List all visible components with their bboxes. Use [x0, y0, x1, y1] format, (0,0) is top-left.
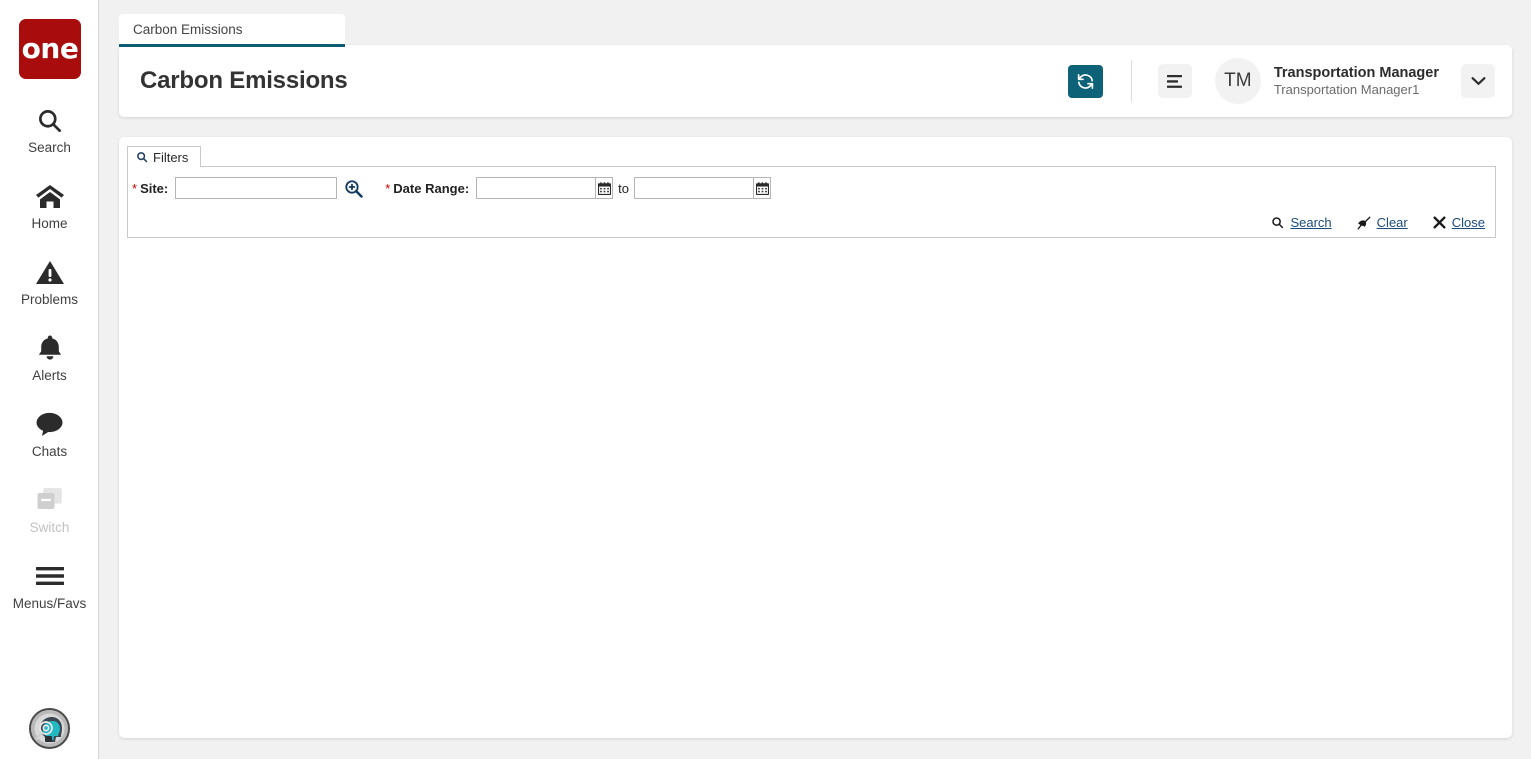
- sidebar-item-problems[interactable]: Problems: [0, 256, 99, 307]
- header-actions: TM Transportation Manager Transportation…: [1067, 45, 1512, 117]
- hamburger-icon: [35, 560, 65, 592]
- page-title: Carbon Emissions: [140, 67, 348, 94]
- filters-tab-label: Filters: [153, 149, 189, 165]
- date-range-from-input[interactable]: [476, 177, 597, 199]
- page-tab-label: Carbon Emissions: [133, 21, 243, 37]
- filters-clear-label: Clear: [1376, 215, 1408, 230]
- left-sidebar: one Search Home Problems Alerts Chats Sw…: [0, 0, 99, 759]
- filters-body: * Site: * Date Range: to Search Clear Cl…: [127, 166, 1496, 238]
- filters-tab[interactable]: Filters: [127, 146, 202, 167]
- magnifier-plus-icon: [344, 179, 363, 198]
- sidebar-item-alerts[interactable]: Alerts: [0, 332, 99, 383]
- page-header: Carbon Emissions TM Transportation Manag…: [119, 45, 1512, 117]
- sidebar-label-alerts: Alerts: [32, 368, 67, 383]
- main-content-panel: Filters * Site: * Date Range: to Search …: [119, 137, 1512, 738]
- app-logo[interactable]: one: [19, 19, 81, 79]
- date-range-to-group: [634, 177, 771, 199]
- filters-panel: Filters * Site: * Date Range: to Search …: [127, 146, 1496, 238]
- filters-tab-row: Filters: [127, 146, 1496, 167]
- avatar-initials: TM: [1224, 70, 1252, 91]
- broom-icon: [1357, 216, 1371, 230]
- warning-icon: [35, 256, 65, 288]
- site-label: Site:: [140, 180, 169, 196]
- filters-close-link[interactable]: Close: [1433, 215, 1485, 230]
- date-range-to-label: to: [618, 180, 629, 196]
- search-icon: [136, 151, 148, 163]
- sidebar-item-chats[interactable]: Chats: [0, 408, 99, 459]
- refresh-button[interactable]: [1067, 64, 1103, 98]
- date-range-to-calendar-button[interactable]: [754, 177, 771, 199]
- refresh-icon: [1076, 72, 1095, 91]
- date-range-from-calendar-button[interactable]: [596, 177, 614, 199]
- date-range-to-input[interactable]: [634, 177, 754, 199]
- search-icon: [1271, 216, 1284, 229]
- sidebar-label-chats: Chats: [31, 444, 68, 459]
- date-range-label: Date Range:: [393, 180, 470, 196]
- calendar-icon: [597, 181, 611, 195]
- avatar[interactable]: TM: [1214, 58, 1261, 104]
- app-logo-text: one: [21, 32, 79, 65]
- user-subtitle: Transportation Manager1: [1273, 81, 1420, 97]
- filters-search-label: Search: [1290, 215, 1332, 230]
- sidebar-label-menus-favs: Menus/Favs: [12, 596, 87, 611]
- hamburger-menu-icon: [1166, 74, 1183, 89]
- user-info[interactable]: Transportation Manager Transportation Ma…: [1274, 64, 1439, 98]
- calendar-icon: [755, 181, 769, 195]
- sidebar-item-switch[interactable]: Switch: [0, 484, 99, 535]
- page-tab-carbon-emissions[interactable]: Carbon Emissions: [119, 14, 345, 47]
- filters-search-link[interactable]: Search: [1271, 215, 1332, 230]
- filters-clear-link[interactable]: Clear: [1357, 215, 1408, 230]
- user-dropdown-button[interactable]: [1461, 64, 1495, 98]
- sidebar-label-switch: Switch: [29, 520, 70, 535]
- date-range-required-marker: *: [385, 180, 391, 196]
- switch-icon: [36, 484, 64, 516]
- date-range-from-group: [476, 177, 614, 199]
- chevron-down-icon: [1471, 76, 1486, 86]
- user-name: Transportation Manager: [1273, 64, 1439, 81]
- sidebar-item-menus-favs[interactable]: Menus/Favs: [0, 560, 99, 611]
- sidebar-item-home[interactable]: Home: [0, 180, 99, 231]
- page-tab-strip: Carbon Emissions: [119, 14, 345, 48]
- sidebar-label-problems: Problems: [20, 292, 79, 307]
- filters-close-label: Close: [1451, 215, 1485, 230]
- sidebar-label-home: Home: [31, 216, 68, 231]
- header-menu-button[interactable]: [1157, 64, 1192, 98]
- site-lookup-button[interactable]: [344, 179, 363, 198]
- filters-fields-row: * Site: * Date Range: to: [132, 177, 771, 199]
- home-icon: [35, 180, 65, 212]
- search-icon: [36, 104, 63, 136]
- site-required-marker: *: [132, 180, 138, 196]
- site-input[interactable]: [175, 177, 338, 199]
- sidebar-item-search[interactable]: Search: [0, 104, 99, 155]
- sidebar-label-search: Search: [28, 140, 71, 155]
- filters-action-links: Search Clear Close: [1271, 215, 1485, 230]
- assistant-avatar-icon[interactable]: [29, 708, 70, 749]
- bell-icon: [37, 332, 63, 364]
- chat-icon: [35, 408, 64, 440]
- close-x-icon: [1433, 216, 1446, 229]
- header-divider: [1130, 60, 1132, 102]
